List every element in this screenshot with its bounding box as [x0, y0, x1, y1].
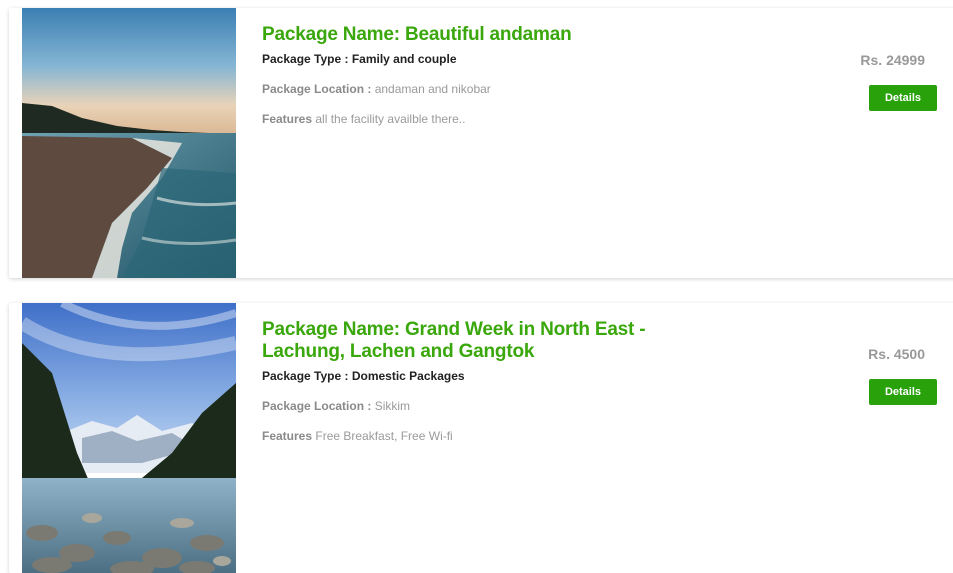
- package-type-label: Package Type :: [262, 369, 352, 383]
- package-title[interactable]: Package Name: Grand Week in North East -…: [262, 319, 722, 363]
- package-features-value: Free Breakfast, Free Wi-fi: [312, 429, 453, 443]
- package-location-label: Package Location :: [262, 82, 375, 96]
- details-button[interactable]: Details: [869, 85, 937, 111]
- package-features-label: Features: [262, 112, 313, 126]
- package-image-mountains[interactable]: [22, 303, 236, 573]
- package-location: Package Location : Sikkim: [262, 399, 722, 413]
- package-card: Package Name: Beautiful andaman Package …: [9, 8, 953, 278]
- package-location-value: Sikkim: [374, 399, 411, 413]
- package-image-beach[interactable]: [22, 8, 236, 278]
- package-features: Features Free Breakfast, Free Wi-fi: [262, 429, 722, 443]
- package-type: Package Type : Family and couple: [262, 52, 722, 66]
- package-features: Features all the facility availble there…: [262, 112, 722, 126]
- details-button[interactable]: Details: [869, 379, 937, 405]
- package-price: Rs. 4500: [868, 346, 925, 362]
- package-card: Package Name: Grand Week in North East -…: [9, 303, 953, 573]
- package-type-label: Package Type :: [262, 52, 352, 66]
- package-location: Package Location : andaman and nikobar: [262, 82, 722, 96]
- package-price: Rs. 24999: [860, 52, 925, 68]
- package-type-value: Domestic Packages: [351, 369, 465, 383]
- package-info: Package Name: Grand Week in North East -…: [262, 319, 722, 443]
- package-title[interactable]: Package Name: Beautiful andaman: [262, 24, 722, 46]
- package-info: Package Name: Beautiful andaman Package …: [262, 24, 722, 126]
- package-type-value: Family and couple: [351, 52, 457, 66]
- package-features-label: Features: [262, 429, 313, 443]
- package-location-label: Package Location :: [262, 399, 375, 413]
- package-type: Package Type : Domestic Packages: [262, 369, 722, 383]
- package-features-value: all the facility availble there..: [312, 112, 466, 126]
- package-location-value: andaman and nikobar: [374, 82, 491, 96]
